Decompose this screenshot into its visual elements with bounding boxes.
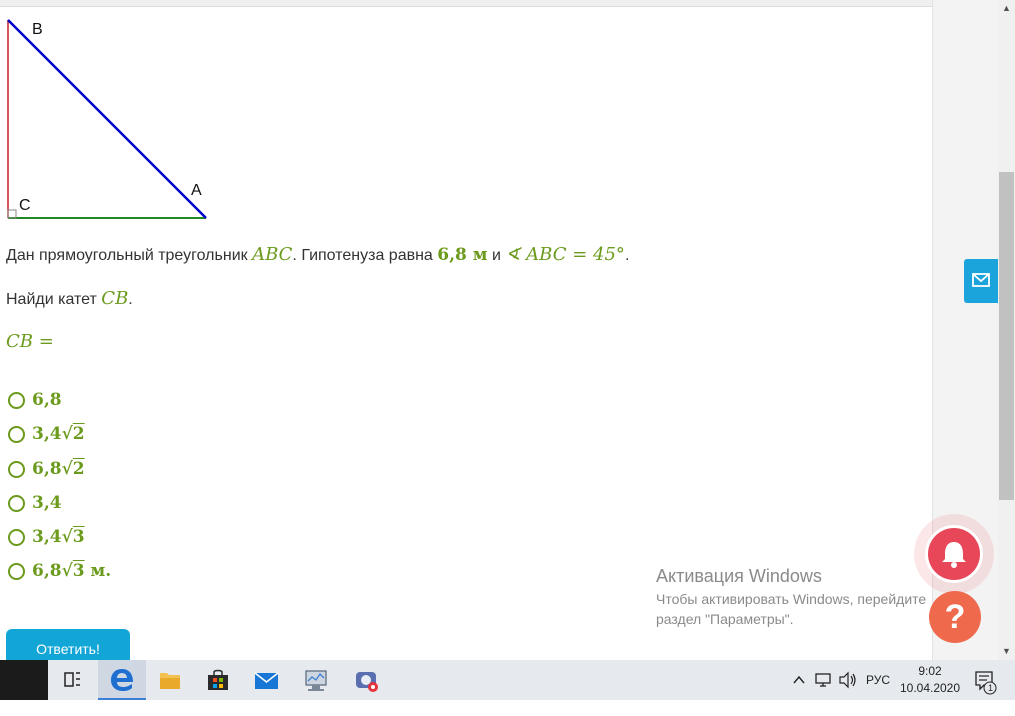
radio-button[interactable] [8,494,25,512]
scroll-down-icon[interactable]: ▼ [1000,645,1013,658]
option-label: 6,8√2 [32,459,85,479]
radio-button[interactable] [8,528,25,546]
hypotenuse-value: 6,8 м [437,245,488,265]
option-label: 6,8 [32,390,62,410]
angle-expression: ∢ ABC = 45° [505,244,625,265]
vertex-a-label: A [191,182,202,199]
network-monitor-button[interactable] [292,660,340,700]
option-label: 6,8√3 м. [32,561,112,581]
envelope-icon [972,273,990,287]
leg-name: CB [101,288,129,309]
radio-button[interactable] [8,562,25,580]
answer-option[interactable]: 3,4 [8,491,62,515]
problem-text: . Гипотенуза равна [292,247,438,264]
browser-top-strip [0,0,933,7]
store-button[interactable] [194,660,242,700]
answer-expression: CB = [6,331,54,352]
scroll-thumb[interactable] [999,172,1014,500]
option-label: 3,4√2 [32,424,85,444]
problem-text: и [487,247,506,264]
radio-button[interactable] [8,391,25,409]
answer-option[interactable]: 3,4√2 [8,422,85,446]
sqrt-icon: √ [61,527,73,547]
activation-text: раздел "Параметры". [656,611,794,627]
mail-app-button[interactable] [242,660,290,700]
activation-title: Активация Windows [656,566,822,586]
radio-button[interactable] [8,460,25,478]
question-line: Найди катет CB. [6,288,133,309]
network-tray[interactable] [813,660,835,700]
problem-statement: Дан прямоугольный треугольник ABC. Гипот… [6,244,629,265]
sqrt-icon: √ [61,424,73,444]
edge-icon [111,669,133,691]
task-content: B C A Дан прямоугольный треугольник ABC.… [0,7,932,660]
triangle-name: ABC [252,244,293,265]
sqrt-icon: √ [61,459,73,479]
file-explorer-button[interactable] [146,660,194,700]
answer-option[interactable]: 6,8√3 м. [8,559,111,583]
bell-icon [942,542,966,568]
file-explorer-icon [160,673,180,689]
language-indicator[interactable]: РУС [866,660,892,700]
notification-count: 1 [988,683,993,693]
right-angle-mark [7,209,17,219]
envelope-button[interactable] [964,259,998,303]
radio-button[interactable] [8,425,25,443]
vertex-c-label: C [19,197,31,214]
network-icon [815,673,831,687]
option-label: 3,4√3 [32,527,85,547]
notification-icon: 1 [975,671,997,695]
volume-tray[interactable] [837,660,859,700]
media-app-icon [356,672,378,692]
windows-taskbar: РУС 9:02 10.04.2020 1 [0,660,1015,700]
media-app-button[interactable] [342,660,390,700]
help-icon: ? [944,598,966,636]
windows-activation-watermark: Активация Windows Чтобы активировать Win… [656,566,926,627]
problem-text: . [624,247,630,264]
option-label: 3,4 [32,493,62,513]
answer-option[interactable]: 6,8√2 [8,457,85,481]
tray-clock[interactable]: 9:02 10.04.2020 [898,663,962,697]
start-area[interactable] [0,660,48,700]
edge-taskbar-button[interactable] [98,660,146,700]
action-center-button[interactable]: 1 [972,660,998,700]
sqrt-icon: √ [61,561,73,581]
vertex-b-label: B [32,21,43,38]
answer-option[interactable]: 6,8 [8,388,62,412]
scroll-up-icon[interactable]: ▲ [1000,2,1013,15]
network-monitor-icon [305,670,327,691]
vertical-scrollbar[interactable]: ▲ ▼ [998,0,1015,660]
problem-text: Дан прямоугольный треугольник [6,247,253,264]
question-text: Найди катет [6,291,102,308]
task-view-icon [64,672,80,687]
clock-date: 10.04.2020 [899,681,961,695]
mail-icon [254,672,279,689]
chevron-up-icon [793,675,805,684]
triangle-diagram: B C A [7,19,207,219]
show-hidden-icons[interactable] [790,660,808,700]
activation-text: Чтобы активировать Windows, перейдите [656,591,927,607]
notification-bell-button[interactable] [928,528,980,580]
answer-expression-text: CB = [6,331,54,352]
volume-icon [839,671,856,689]
answer-option[interactable]: 3,4√3 [8,525,85,549]
hypotenuse-line [7,19,207,219]
store-icon [208,669,228,690]
task-view-button[interactable] [48,660,96,700]
clock-time: 9:02 [918,664,942,678]
help-button[interactable]: ? [929,591,981,643]
question-text: . [128,291,133,308]
